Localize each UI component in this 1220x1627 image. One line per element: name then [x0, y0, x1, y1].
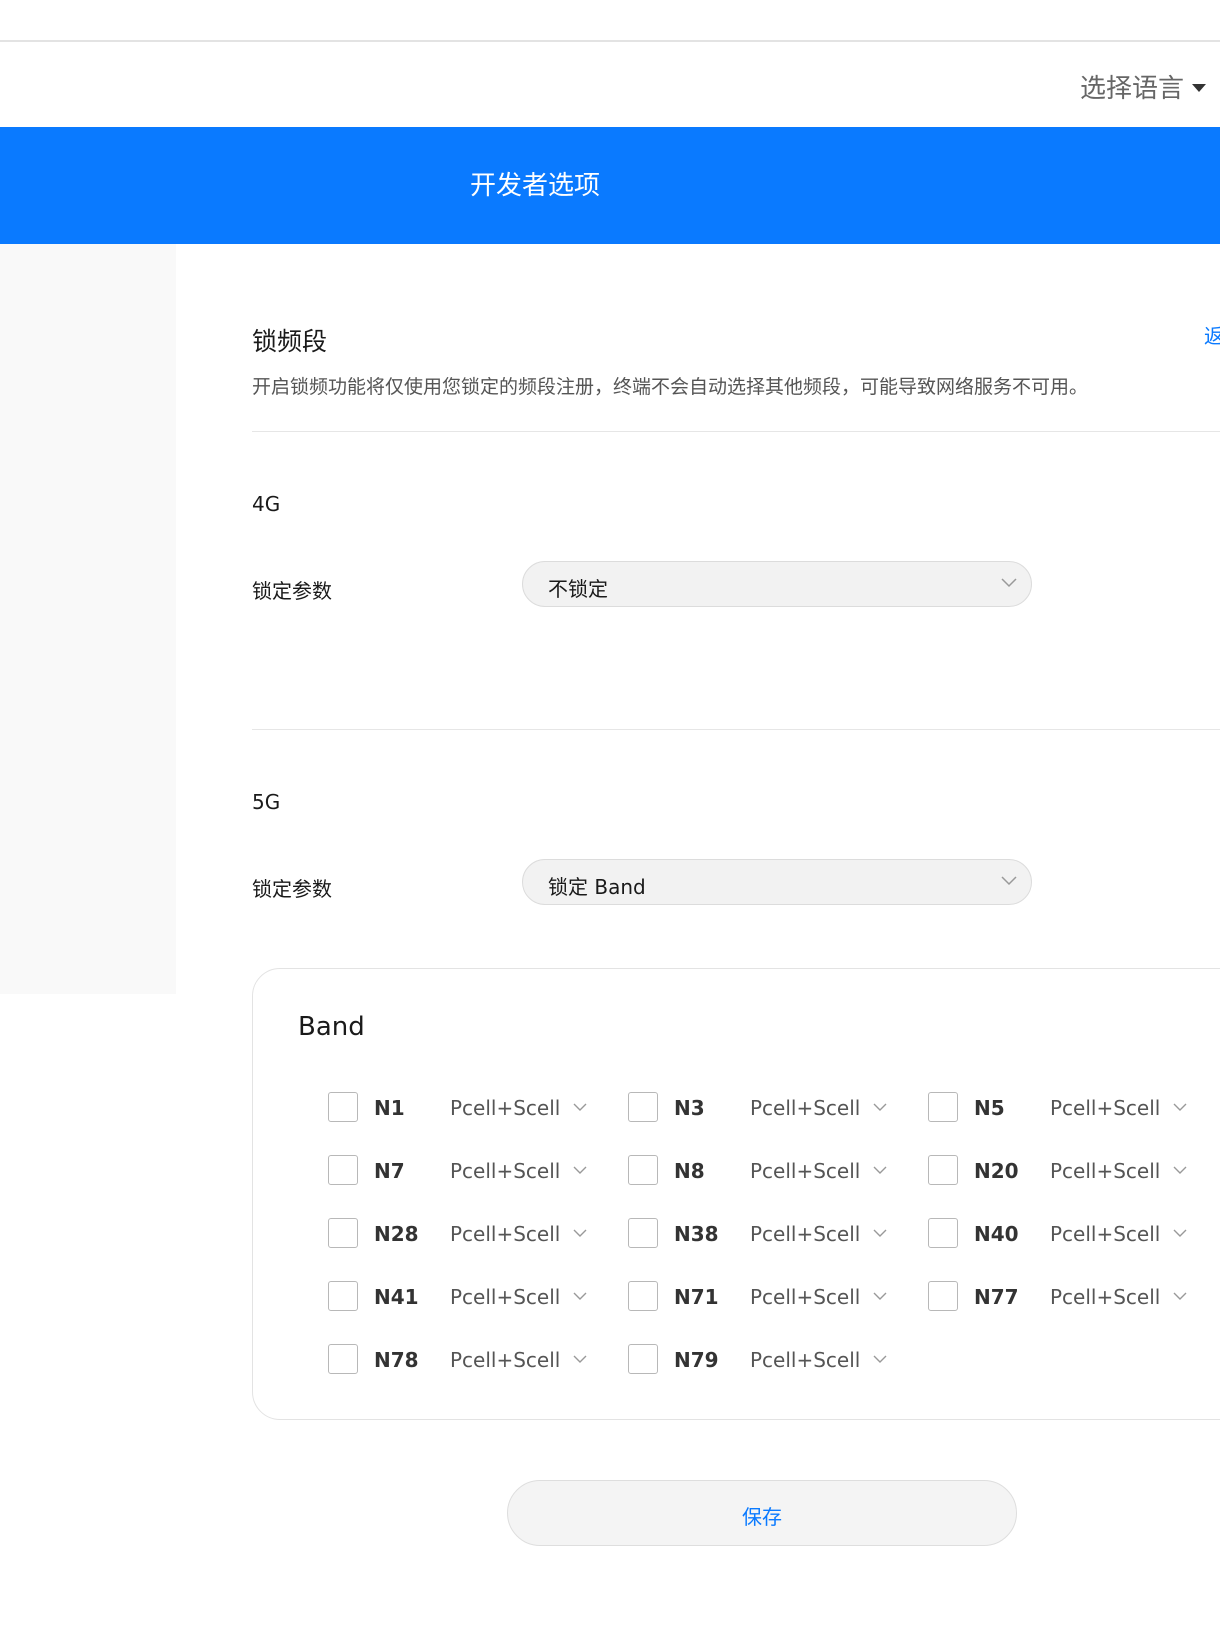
- language-select-label: 选择语言: [1079, 74, 1184, 104]
- band-checkbox[interactable]: [928, 1281, 958, 1311]
- band-checkbox[interactable]: [628, 1218, 658, 1248]
- band-name: N8: [674, 1159, 705, 1183]
- band-checkbox[interactable]: [328, 1218, 358, 1248]
- band-checkbox[interactable]: [928, 1092, 958, 1122]
- band-checkbox[interactable]: [328, 1281, 358, 1311]
- band-name: N7: [374, 1159, 405, 1183]
- select-4g-value: 不锁定: [548, 577, 608, 601]
- band-mode-select[interactable]: Pcell+Scell: [750, 1159, 860, 1183]
- band-mode-select[interactable]: Pcell+Scell: [1050, 1096, 1160, 1120]
- chevron-down-icon[interactable]: [873, 1292, 887, 1301]
- band-checkbox[interactable]: [628, 1155, 658, 1185]
- save-button[interactable]: 保存: [507, 1480, 1017, 1546]
- band-name: N71: [674, 1285, 719, 1309]
- chevron-down-icon[interactable]: [1173, 1103, 1187, 1112]
- band-mode-select[interactable]: Pcell+Scell: [450, 1096, 560, 1120]
- chevron-down-icon[interactable]: [1173, 1166, 1187, 1175]
- band-checkbox[interactable]: [328, 1155, 358, 1185]
- section-description: 开启锁频功能将仅使用您锁定的频段注册，终端不会自动选择其他频段，可能导致网络服务…: [252, 376, 1089, 398]
- band-mode-select[interactable]: Pcell+Scell: [450, 1348, 560, 1372]
- band-name: N38: [674, 1222, 719, 1246]
- group-label-5g: 5G: [252, 790, 281, 814]
- chevron-down-icon[interactable]: [573, 1103, 587, 1112]
- band-name: N1: [374, 1096, 405, 1120]
- caret-down-icon: [1192, 84, 1206, 92]
- chevron-down-icon: [1001, 876, 1017, 886]
- back-link[interactable]: 返回: [1204, 320, 1220, 349]
- save-button-label: 保存: [742, 1505, 782, 1529]
- page-title: 开发者选项: [470, 171, 601, 201]
- band-name: N77: [974, 1285, 1019, 1309]
- band-name: N78: [374, 1348, 419, 1372]
- page-banner: 开发者选项: [0, 127, 1220, 244]
- band-mode-select[interactable]: Pcell+Scell: [1050, 1285, 1160, 1309]
- band-checkbox[interactable]: [628, 1092, 658, 1122]
- chevron-down-icon[interactable]: [573, 1292, 587, 1301]
- band-mode-select[interactable]: Pcell+Scell: [1050, 1159, 1160, 1183]
- group-label-4g: 4G: [252, 492, 281, 516]
- band-checkbox[interactable]: [628, 1281, 658, 1311]
- chevron-down-icon: [1001, 578, 1017, 588]
- band-mode-select[interactable]: Pcell+Scell: [1050, 1222, 1160, 1246]
- band-panel: Band N1 Pcell+Scell N3 Pcell+Scell N5 Pc…: [252, 968, 1220, 1420]
- select-4g-lock-param[interactable]: 不锁定: [522, 561, 1032, 607]
- band-name: N5: [974, 1096, 1005, 1120]
- band-name: N41: [374, 1285, 419, 1309]
- band-name: N3: [674, 1096, 705, 1120]
- band-checkbox[interactable]: [328, 1344, 358, 1374]
- side-panel: [0, 244, 176, 994]
- band-name: N79: [674, 1348, 719, 1372]
- band-mode-select[interactable]: Pcell+Scell: [750, 1222, 860, 1246]
- language-bar: 选择语言: [0, 42, 1220, 127]
- select-5g-value: 锁定 Band: [548, 875, 646, 899]
- band-name: N40: [974, 1222, 1019, 1246]
- band-checkbox[interactable]: [928, 1155, 958, 1185]
- band-panel-title: Band: [298, 1012, 365, 1042]
- field-label-4g-lock-param: 锁定参数: [252, 579, 332, 603]
- chevron-down-icon[interactable]: [573, 1229, 587, 1238]
- language-select[interactable]: 选择语言: [1080, 68, 1206, 105]
- band-mode-select[interactable]: Pcell+Scell: [750, 1285, 860, 1309]
- band-mode-select[interactable]: Pcell+Scell: [450, 1159, 560, 1183]
- chevron-down-icon[interactable]: [573, 1355, 587, 1364]
- chevron-down-icon[interactable]: [1173, 1229, 1187, 1238]
- section-title: 锁频段: [252, 327, 328, 356]
- chevron-down-icon[interactable]: [873, 1166, 887, 1175]
- band-mode-select[interactable]: Pcell+Scell: [750, 1096, 860, 1120]
- divider: [252, 431, 1220, 432]
- chevron-down-icon[interactable]: [873, 1103, 887, 1112]
- band-mode-select[interactable]: Pcell+Scell: [450, 1222, 560, 1246]
- band-mode-select[interactable]: Pcell+Scell: [450, 1285, 560, 1309]
- divider: [252, 729, 1220, 730]
- chevron-down-icon[interactable]: [573, 1166, 587, 1175]
- chevron-down-icon[interactable]: [1173, 1292, 1187, 1301]
- band-name: N28: [374, 1222, 419, 1246]
- band-name: N20: [974, 1159, 1019, 1183]
- band-checkbox[interactable]: [928, 1218, 958, 1248]
- top-bar: [0, 0, 1220, 42]
- chevron-down-icon[interactable]: [873, 1355, 887, 1364]
- select-5g-lock-param[interactable]: 锁定 Band: [522, 859, 1032, 905]
- band-checkbox[interactable]: [328, 1092, 358, 1122]
- band-checkbox[interactable]: [628, 1344, 658, 1374]
- band-mode-select[interactable]: Pcell+Scell: [750, 1348, 860, 1372]
- field-label-5g-lock-param: 锁定参数: [252, 877, 332, 901]
- chevron-down-icon[interactable]: [873, 1229, 887, 1238]
